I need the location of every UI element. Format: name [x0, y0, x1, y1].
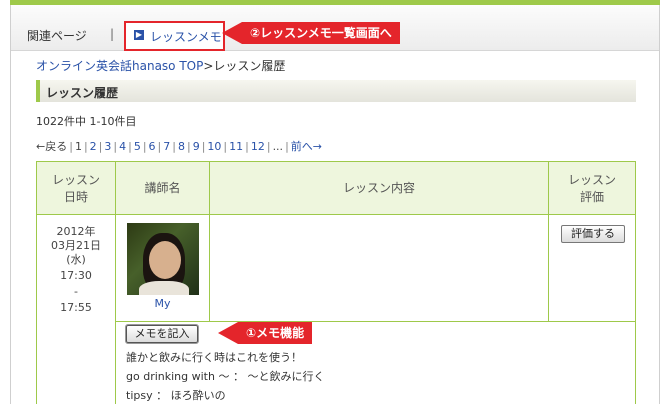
section-header: レッスン履歴	[36, 80, 636, 102]
cell-datetime: 2012年 03月21日 (水) 17:30 - 17:55	[36, 214, 116, 404]
time-end: 17:55	[60, 301, 92, 314]
pagination: ←戻る | 1 | 2 | 3 | 4 | 5 | 6 | 7 | 8 | 9 | 10 | 11 | 12 |... | 前へ→	[36, 140, 322, 153]
breadcrumb-current: レッスン履歴	[213, 59, 286, 73]
result-count: 1022件中 1-10件目	[36, 115, 137, 128]
cell-rating: 評価する	[548, 214, 636, 322]
breadcrumb-home-link[interactable]: オンライン英会話hanaso TOP	[36, 59, 203, 73]
date-day: 03月21日	[51, 239, 101, 252]
breadcrumb: オンライン英会話hanaso TOP>レッスン履歴	[36, 57, 285, 74]
section-title: レッスン履歴	[46, 86, 119, 100]
memo-text-line-1: 誰かと飲みに行く時はこれを使う！	[126, 351, 302, 364]
callout-memo-list: ②レッスンメモ一覧画面へ	[242, 22, 400, 44]
header-datetime-line1: レッスン	[51, 173, 100, 187]
tab-lesson-memo-label: レッスンメモ	[150, 30, 222, 44]
page-link-10[interactable]: 10	[207, 140, 221, 153]
memo-text-line-3: tipsy ： ほろ酔いの	[126, 389, 226, 402]
cell-teacher: My	[115, 214, 210, 322]
page-link-12[interactable]: 12	[251, 140, 265, 153]
arrow-box-icon: ▶	[134, 30, 144, 40]
page-link-4[interactable]: 4	[119, 140, 126, 153]
header-rating-line2: 評価	[579, 190, 604, 204]
callout-arrow-memo-list	[222, 22, 242, 44]
callout-memo-feature: ①メモ機能	[238, 322, 313, 344]
page-link-8[interactable]: 8	[178, 140, 185, 153]
breadcrumb-separator: >	[203, 59, 214, 73]
date-weekday: (水)	[66, 253, 86, 266]
date-year: 2012年	[56, 225, 96, 238]
time-start: 17:30	[60, 269, 92, 282]
page-link-11[interactable]: 11	[229, 140, 243, 153]
page-link-2[interactable]: 2	[90, 140, 97, 153]
write-memo-button[interactable]: メモを記入	[125, 324, 199, 344]
page-link-9[interactable]: 9	[193, 140, 200, 153]
header-rating-line1: レッスン	[567, 173, 616, 187]
teacher-name-link[interactable]: My	[116, 297, 209, 310]
time-dash: -	[74, 285, 78, 298]
page-link-3[interactable]: 3	[104, 140, 111, 153]
page-link-7[interactable]: 7	[163, 140, 170, 153]
memo-text-line-2: go drinking with ～ ： ～と飲みに行く	[126, 370, 325, 383]
header-teacher-label: 講師名	[144, 181, 181, 195]
tab-lesson-memo[interactable]: ▶ レッスンメモ	[124, 21, 225, 51]
teacher-photo[interactable]	[127, 223, 199, 295]
header-content: レッスン内容	[209, 161, 549, 215]
cell-content	[209, 214, 549, 322]
header-teacher: 講師名	[115, 161, 210, 215]
page-link-1[interactable]: 1	[75, 140, 82, 153]
page-link-5[interactable]: 5	[134, 140, 141, 153]
header-content-label: レッスン内容	[342, 181, 415, 195]
page-link-6[interactable]: 6	[149, 140, 156, 153]
rate-button[interactable]: 評価する	[561, 225, 625, 243]
pager-next-link[interactable]: 前へ→	[291, 140, 322, 153]
header-datetime-line2: 日時	[63, 190, 88, 204]
pager-prev-link[interactable]: ←戻る	[36, 140, 67, 153]
tab-separator: |	[110, 27, 115, 41]
pager-ellipsis: ...	[272, 140, 284, 153]
callout-arrow-memo-feature	[218, 322, 238, 344]
tab-related-pages[interactable]: 関連ページ	[27, 27, 87, 44]
header-rating: レッスン 評価	[548, 161, 636, 215]
header-datetime: レッスン 日時	[36, 161, 116, 215]
